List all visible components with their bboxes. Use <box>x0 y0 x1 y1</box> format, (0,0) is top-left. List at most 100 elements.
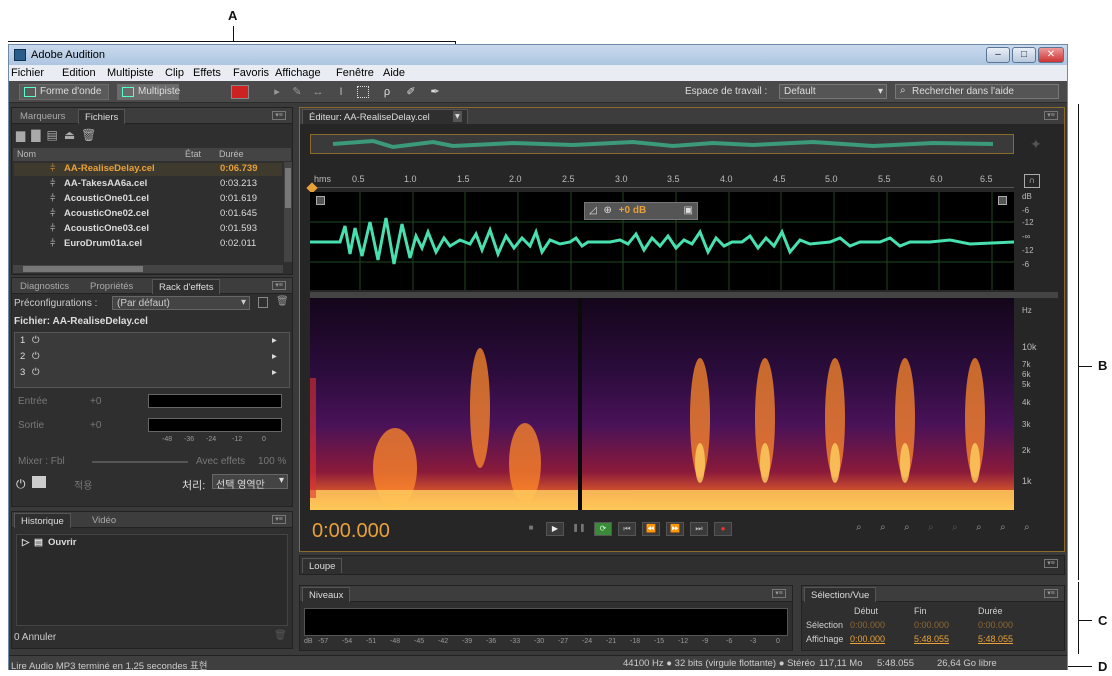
folder-open-icon[interactable]: ▆ <box>16 128 31 142</box>
slip-tool-icon[interactable]: ↔ <box>312 86 324 98</box>
zoom-full-icon[interactable]: ⌕ <box>1024 522 1030 533</box>
gain-knob-icon[interactable]: ⊕ <box>603 205 611 216</box>
rewind-button[interactable]: ⏪ <box>642 522 660 536</box>
menu-favoris[interactable]: Favoris <box>233 67 269 79</box>
tab-effects-rack[interactable]: Rack d'effets <box>152 279 221 294</box>
file-row[interactable]: ⫩ AcousticOne02.cel 0:01.645 <box>14 208 282 221</box>
process-select[interactable]: 선택 영역만 ▾ <box>212 474 288 491</box>
rack-power-icon[interactable]: ⏻ <box>16 477 26 492</box>
panel-menu-icon[interactable]: ▾≡ <box>1044 589 1058 598</box>
record-button[interactable]: ● <box>714 522 732 536</box>
zoom-out-time-icon[interactable]: ⌕ <box>928 522 934 533</box>
fade-out-handle[interactable] <box>998 196 1007 205</box>
menu-edition[interactable]: Edition <box>62 67 96 79</box>
stop-button[interactable]: ■ <box>522 522 540 536</box>
waveform-display[interactable]: ◿ ⊕ +0 dB ▣ <box>310 192 1014 290</box>
spot-healing-tool-icon[interactable]: ✒ <box>429 86 441 98</box>
maximize-button[interactable]: □ <box>1012 47 1036 63</box>
file-list-hscrollbar[interactable] <box>13 265 283 273</box>
time-selection-tool-icon[interactable]: I <box>335 86 347 98</box>
view-duration[interactable]: 5:48.055 <box>978 634 1013 644</box>
apply-button[interactable]: 적용 <box>74 477 92 492</box>
time-display[interactable]: 0:00.000 <box>312 520 390 543</box>
view-end[interactable]: 5:48.055 <box>914 634 949 644</box>
loop-button[interactable]: ⟳ <box>594 522 612 536</box>
multitrack-view-button[interactable]: Multipiste <box>117 84 180 100</box>
delete-icon[interactable]: 🗑 <box>81 128 102 142</box>
tab-loupe[interactable]: Loupe <box>302 558 343 573</box>
waveform-view-button[interactable]: Forme d'onde <box>19 84 109 100</box>
brush-tool-icon[interactable]: ✐ <box>405 86 417 98</box>
panel-menu-icon[interactable]: ▾≡ <box>772 589 786 598</box>
delete-preset-icon[interactable]: 🗑 <box>276 296 289 307</box>
power-icon[interactable]: ⏻ <box>32 367 40 378</box>
headphones-icon[interactable]: ∩ <box>1024 174 1040 188</box>
slot-arrow-icon[interactable]: ▸ <box>272 335 277 346</box>
lasso-tool-icon[interactable]: ρ <box>381 86 393 98</box>
zoom-out-point-icon[interactable]: ⌕ <box>1000 522 1006 533</box>
menu-aide[interactable]: Aide <box>383 67 405 79</box>
file-row[interactable]: ⫩ AA-RealiseDelay.cel 0:06.739 <box>14 163 282 176</box>
menu-fichier[interactable]: Fichier <box>11 67 44 79</box>
tab-diagnostics[interactable]: Diagnostics <box>14 279 75 294</box>
tab-markers[interactable]: Marqueurs <box>14 109 71 124</box>
fade-in-handle[interactable] <box>316 196 325 205</box>
panel-menu-icon[interactable]: ▾≡ <box>272 515 286 524</box>
razor-tool-icon[interactable]: ✎ <box>291 86 303 98</box>
history-item[interactable]: ▷ ▤ Ouvrir <box>18 537 288 550</box>
tab-properties[interactable]: Propriétés <box>84 279 139 294</box>
import-icon[interactable]: ▇ <box>31 128 46 142</box>
zoom-out-amplitude-icon[interactable]: ⌕ <box>880 522 886 533</box>
play-button[interactable]: ▶ <box>546 522 564 536</box>
zoom-in-point-icon[interactable]: ⌕ <box>976 522 982 533</box>
menu-clip[interactable]: Clip <box>165 67 184 79</box>
file-row[interactable]: ⫩ AcousticOne03.cel 0:01.593 <box>14 223 282 236</box>
new-file-icon[interactable]: ▤ <box>46 128 63 142</box>
spectral-display[interactable] <box>310 298 1014 510</box>
output-gain[interactable]: +0 <box>90 420 101 431</box>
presets-select[interactable]: (Par défaut) ▾ <box>112 296 250 310</box>
chevron-down-icon[interactable]: ▾ <box>453 111 462 122</box>
zoom-selection-icon[interactable]: ⌕ <box>952 522 958 533</box>
hud-pin-icon[interactable]: ▣ <box>684 205 693 216</box>
move-tool-icon[interactable]: ▸ <box>271 86 283 98</box>
selection-duration[interactable]: 0:00.000 <box>978 620 1013 630</box>
history-delete-icon[interactable]: 🗑 <box>274 630 287 641</box>
selection-start[interactable]: 0:00.000 <box>850 620 885 630</box>
view-start[interactable]: 0:00.000 <box>850 634 885 644</box>
zoom-star-icon[interactable]: ✦ <box>1030 136 1042 153</box>
file-row[interactable]: ⫩ EuroDrum01a.cel 0:02.011 <box>14 238 282 251</box>
minimize-button[interactable]: – <box>986 47 1010 63</box>
menu-effets[interactable]: Effets <box>193 67 221 79</box>
go-to-end-button[interactable]: ⏭ <box>690 522 708 536</box>
pause-button[interactable]: ❚❚ <box>570 522 588 536</box>
go-to-start-button[interactable]: ⏮ <box>618 522 636 536</box>
spectral-display-icon[interactable] <box>231 85 249 99</box>
tab-files[interactable]: Fichiers <box>78 109 126 124</box>
panel-menu-icon[interactable]: ▾≡ <box>272 281 286 290</box>
overview-bar[interactable] <box>310 134 1014 154</box>
close-button[interactable]: ✕ <box>1038 47 1064 63</box>
file-list-scrollbar[interactable] <box>284 162 292 262</box>
column-duration[interactable]: Durée <box>219 149 244 159</box>
rack-list-icon[interactable] <box>32 476 46 488</box>
tab-levels[interactable]: Niveaux <box>302 587 351 602</box>
workspace-select[interactable]: Default ▾ <box>779 84 887 99</box>
effect-slot[interactable]: 1 ⏻ ▸ <box>16 335 278 348</box>
marquee-selection-tool-icon[interactable] <box>357 86 369 98</box>
menu-fenetre[interactable]: Fenêtre <box>336 67 374 79</box>
fast-forward-button[interactable]: ⏩ <box>666 522 684 536</box>
slot-arrow-icon[interactable]: ▸ <box>272 351 277 362</box>
power-icon[interactable]: ⏻ <box>32 351 40 362</box>
panel-menu-icon[interactable]: ▾≡ <box>1044 559 1058 568</box>
mix-percent[interactable]: 100 % <box>258 456 286 467</box>
insert-icon[interactable]: ⏏ <box>64 128 81 142</box>
menu-multipiste[interactable]: Multipiste <box>107 67 153 79</box>
tab-editor[interactable]: Éditeur: AA-RealiseDelay.cel ▾ <box>302 109 468 124</box>
zoom-in-amplitude-icon[interactable]: ⌕ <box>856 522 862 533</box>
help-search-input[interactable]: ⌕ Rechercher dans l'aide <box>895 84 1059 99</box>
save-preset-icon[interactable] <box>258 297 268 308</box>
column-name[interactable]: Nom <box>17 149 36 159</box>
zoom-in-time-icon[interactable]: ⌕ <box>904 522 910 533</box>
column-state[interactable]: État <box>185 149 201 159</box>
